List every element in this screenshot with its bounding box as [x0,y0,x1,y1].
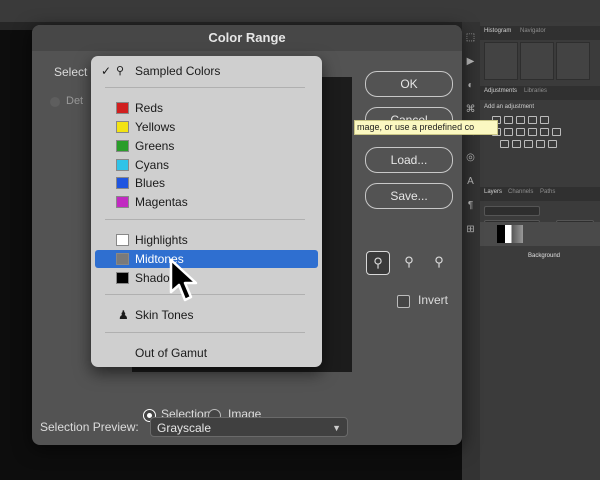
color-swatch [116,272,129,284]
adjustment-icon[interactable] [548,140,557,148]
adjustment-icon[interactable] [516,116,525,124]
tool-icon[interactable]: ◎ [465,152,476,163]
tab-libraries[interactable]: Libraries [524,88,547,94]
ok-button[interactable]: OK [365,71,453,97]
menu-item-reds[interactable]: Reds [95,99,318,117]
adjustment-icon[interactable] [540,116,549,124]
tab-paths[interactable]: Paths [540,189,555,195]
load-button[interactable]: Load... [365,147,453,173]
tool-icon[interactable]: ⊞ [465,224,476,235]
adjustment-icon[interactable] [536,140,545,148]
adjustment-icon[interactable] [504,116,513,124]
add-adjustment-label: Add an adjustment [484,104,535,110]
menu-item-magentas[interactable]: Magentas [95,193,318,211]
adjustment-icon[interactable] [512,140,521,148]
color-swatch [116,140,129,152]
menu-separator [105,332,305,333]
color-swatch [116,177,129,189]
adjustment-icon[interactable] [524,140,533,148]
tab-navigator[interactable]: Navigator [520,28,546,34]
tool-icon[interactable]: A [465,176,476,187]
eyedropper-minus-icon[interactable]: ⚲ [428,251,450,273]
menu-item-sampled-colors[interactable]: ✓ ⚲ Sampled Colors [95,62,318,80]
tool-icon[interactable]: ⌘ [465,104,476,115]
detect-faces-label: Det [66,95,84,107]
color-swatch [116,253,129,265]
tool-icon[interactable]: ¶ [465,200,476,211]
selection-preview-value: Grayscale [157,421,212,435]
adjustment-icon[interactable] [528,128,537,136]
eyedropper-icon[interactable]: ⚲ [366,251,390,275]
tool-icon[interactable]: ▶ [465,56,476,67]
select-dropdown-menu: ✓ ⚲ Sampled Colors Reds Yellows Greens C… [91,56,322,367]
adjustment-icon[interactable] [552,128,561,136]
menu-item-yellows[interactable]: Yellows [95,118,318,136]
menu-item-label: Cyans [135,158,170,172]
adjustment-icon[interactable] [500,140,509,148]
menu-item-label: Yellows [135,120,176,134]
right-panel: Histogram Navigator Adjustments Librarie… [480,22,600,480]
person-icon: ♟ [118,308,129,322]
selection-preview-label: Selection Preview: [40,420,139,434]
eyedropper-plus-icon[interactable]: ⚲ [398,251,420,273]
mouse-pointer-icon [169,258,198,302]
menu-item-label: Blues [135,176,166,190]
chevron-down-icon: ▼ [332,423,341,433]
layers-tabs: Layers Channels Paths [480,187,600,201]
menu-item-label: Greens [135,139,175,153]
menu-item-label: Skin Tones [135,308,194,322]
save-button[interactable]: Save... [365,183,453,209]
adjustment-icon[interactable] [540,128,549,136]
color-swatch [116,159,129,171]
menu-item-label: Highlights [135,233,188,247]
tab-layers[interactable]: Layers [484,189,502,195]
select-label: Select [54,65,88,79]
tooltip: mage, or use a predefined co [354,120,498,135]
menu-item-label: Shado [135,271,170,285]
eyedropper-icon: ⚲ [116,65,125,77]
menu-item-label: Out of Gamut [135,346,208,360]
panel-toolstrip: ⬚ ▶ ◐ ⌘ ✎ ◎ A ¶ ⊞ [462,22,480,480]
histogram-cell [520,42,554,80]
layer-thumbnail [497,225,523,243]
detect-faces-checkbox[interactable] [50,97,60,107]
menu-item-label: Sampled Colors [135,64,221,78]
tab-histogram[interactable]: Histogram [484,28,511,34]
layer-name: Background [528,253,561,259]
histogram-cell [484,42,518,80]
adjustment-icon[interactable] [528,116,537,124]
tab-adjustments[interactable]: Adjustments [484,88,517,94]
histogram-tabs: Histogram Navigator [480,26,600,40]
menu-item-cyans[interactable]: Cyans [95,156,318,174]
menu-separator [105,219,305,220]
selection-preview-select[interactable]: Grayscale ▼ [150,417,348,437]
menu-item-greens[interactable]: Greens [95,137,318,155]
check-icon: ✓ [101,64,112,78]
menu-item-label: Reds [135,101,164,115]
color-swatch [116,196,129,208]
invert-label: Invert [418,293,449,307]
menu-item-out-of-gamut[interactable]: Out of Gamut [95,344,318,362]
menu-item-blues[interactable]: Blues [95,174,318,192]
menu-item-highlights[interactable]: Highlights [95,231,318,249]
color-swatch [116,102,129,114]
tool-icon[interactable]: ⬚ [465,32,476,43]
menu-item-label: Magentas [135,195,188,209]
adjustments-tabs: Adjustments Libraries [480,86,600,100]
menu-item-skin-tones[interactable]: ♟ Skin Tones [95,306,318,324]
adjustment-icon[interactable] [516,128,525,136]
tab-channels[interactable]: Channels [508,189,533,195]
menu-separator [105,87,305,88]
app-topbar [0,0,600,22]
color-swatch [116,121,129,133]
histogram-cell [556,42,590,80]
layer-kind-filter[interactable] [484,206,540,216]
dialog-title: Color Range [208,30,286,45]
adjustment-icon[interactable] [504,128,513,136]
invert-checkbox[interactable] [397,295,410,308]
tool-icon[interactable]: ◐ [465,80,476,91]
color-swatch [116,234,129,246]
